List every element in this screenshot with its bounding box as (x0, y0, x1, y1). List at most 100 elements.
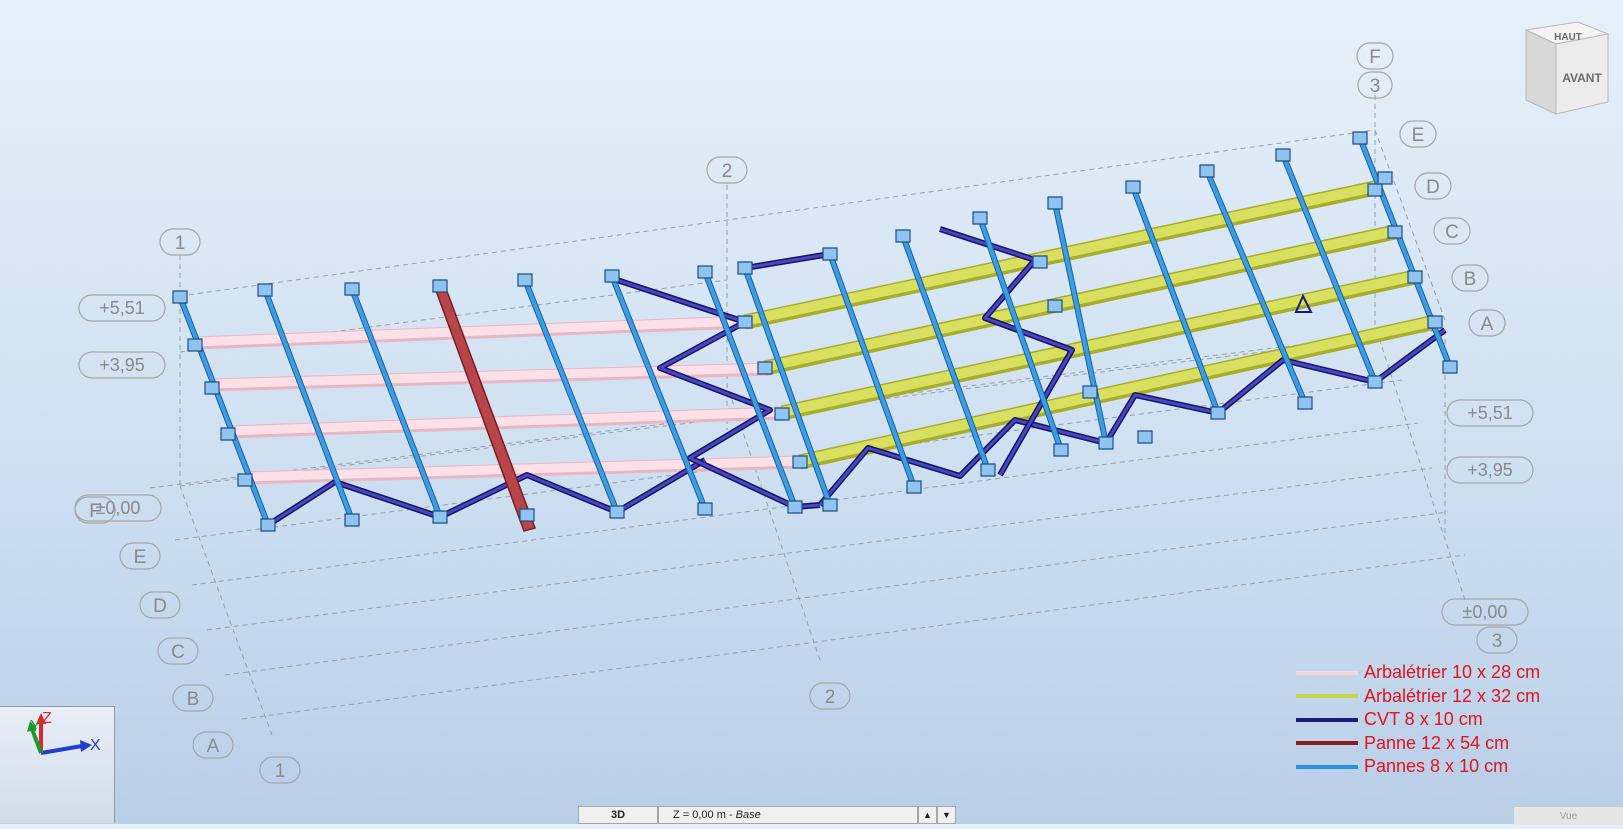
grid-bubble-letter-right-label: D (1426, 177, 1440, 198)
connection-block (1387, 225, 1403, 239)
connection-block (237, 473, 253, 487)
purlin-support-bottom (519, 508, 535, 522)
connection-block (757, 361, 773, 375)
legend-label: Arbalétrier 10 x 28 cm (1364, 662, 1541, 683)
grid-bubble-letter-right-label: A (1481, 314, 1494, 335)
grid-line-letter (224, 511, 1449, 676)
connection-block (1377, 171, 1393, 185)
elevation-right-high-label: +5,51 (1467, 403, 1513, 423)
purlin-support-top (895, 229, 911, 243)
grid-bubble-2-far-label: 2 (722, 161, 733, 182)
legend-swatch (1296, 717, 1358, 722)
axis-triad-panel: X Z Y (0, 706, 115, 823)
purlin-support-bottom (1210, 406, 1226, 420)
purlin-support-top (1352, 131, 1368, 145)
view-cube-left-face[interactable] (1525, 29, 1557, 115)
grid-bubble-letter-right-label: F (1369, 47, 1381, 68)
x-axis-arrow (40, 744, 83, 755)
legend-item: CVT 8 x 10 cm (1296, 708, 1596, 732)
grid-bubble-letter-left-label: C (171, 642, 185, 663)
purlin-support-bottom (787, 500, 803, 514)
roof-line-right-edge (1374, 129, 1446, 321)
view-cube[interactable]: HAUT AVANT (1520, 20, 1612, 118)
grid-bubble-letter-right-label: E (1412, 125, 1425, 146)
purlin-support-top (432, 279, 448, 293)
legend-item: Panne 12 x 54 cm (1296, 732, 1596, 756)
purlin-support-top (344, 282, 360, 296)
legend-item: Arbalétrier 10 x 28 cm (1296, 661, 1596, 685)
grid-bubble-3-far-label: 3 (1370, 76, 1381, 97)
grid-line-letter (206, 467, 1433, 631)
purlin-support-bottom (1098, 436, 1114, 450)
purlin (610, 275, 707, 510)
connection-block (204, 381, 220, 395)
purlin-support-top (822, 247, 838, 261)
purlin (178, 296, 270, 526)
view-cube-front-label: AVANT (1562, 71, 1602, 85)
grid-line-letter (241, 554, 1466, 720)
purlin-support-top (1199, 164, 1215, 178)
purlin-support-bottom (1442, 360, 1458, 374)
view-mode-indicator[interactable]: 3D (578, 806, 658, 824)
connection-block (792, 455, 808, 469)
level-up-button[interactable]: ▲ (918, 806, 937, 824)
connection-block (1082, 385, 1098, 399)
legend-item: Arbalétrier 12 x 32 cm (1296, 685, 1596, 709)
structural-members (172, 131, 1458, 532)
purlin-support-top (1275, 148, 1291, 162)
connection-block (187, 338, 203, 352)
legend-swatch (1296, 764, 1358, 769)
purlin-support-bottom (1367, 375, 1383, 389)
legend-label: CVT 8 x 10 cm (1364, 709, 1483, 730)
purlin-support-bottom (1053, 443, 1069, 457)
grid-bubble-letter-right-label: B (1464, 269, 1477, 290)
grid-bubble-1-far-label: 1 (175, 233, 186, 254)
purlin-support-bottom (697, 502, 713, 516)
level-selector[interactable]: Z = 0,00 m - Base (658, 806, 918, 824)
view-tab[interactable]: Vue (1514, 806, 1623, 825)
connection-block (1032, 255, 1048, 269)
connection-block (1367, 183, 1383, 197)
purlin-support-top (1125, 180, 1141, 194)
legend-label: Arbalétrier 12 x 32 cm (1364, 685, 1541, 706)
connection-block (220, 427, 236, 441)
elevation-right-ground-label: ±0,00 (1463, 602, 1508, 622)
grid-bubble-2-near-label: 2 (825, 687, 836, 708)
purlin-support-bottom (1297, 396, 1313, 410)
purlin-support-top (517, 273, 533, 287)
legend-swatch (1296, 741, 1358, 746)
purlin-support-top (172, 290, 188, 304)
level-down-button[interactable]: ▼ (937, 806, 956, 824)
connection-block (737, 315, 753, 329)
purlin-support-bottom (980, 463, 996, 477)
elevation-right-mid-label: +3,95 (1467, 460, 1513, 480)
axis-triad: X Z Y (27, 710, 101, 755)
purlin-support-top (737, 261, 753, 275)
legend-label: Panne 12 x 54 cm (1364, 732, 1510, 753)
purlin-support-top (257, 283, 273, 297)
purlin-support-bottom (609, 505, 625, 519)
connection-block (774, 407, 790, 421)
grid-line-3-ground (1377, 334, 1466, 601)
grid-bubble-letter-left-label: D (153, 596, 167, 617)
connection-block (1137, 430, 1153, 444)
connection-block (1427, 315, 1443, 329)
bracing-top-short (744, 252, 831, 270)
view-cube-top-label: HAUT (1554, 32, 1582, 43)
grid-bubble-1-near-label: 1 (275, 761, 286, 782)
legend-swatch (1296, 694, 1358, 699)
level-name: Base (735, 809, 761, 821)
elevation-left-high-label: +5,51 (99, 298, 145, 318)
grid-bubble-3-near-label: 3 (1492, 631, 1503, 652)
status-bar: 3D Z = 0,00 m - Base ▲ ▼ (578, 806, 956, 824)
purlin-support-bottom (260, 518, 276, 532)
legend-label: Pannes 8 x 10 cm (1364, 756, 1509, 777)
purlin (263, 289, 354, 521)
grid-bubble-letter-left-label: B (187, 689, 200, 710)
elevation-left-mid-label: +3,95 (99, 355, 145, 375)
3d-viewport[interactable]: 1 2 3 1 2 3 A B C D E F A B C D E F +5,51 +3,95 ±0,00 +5,51 +3… (0, 0, 1623, 825)
grid-bubble-letter-right-label: C (1445, 222, 1459, 243)
y-axis-label: Y (30, 718, 41, 735)
purlin-support-top (604, 269, 620, 283)
purlin-support-bottom (344, 513, 360, 527)
